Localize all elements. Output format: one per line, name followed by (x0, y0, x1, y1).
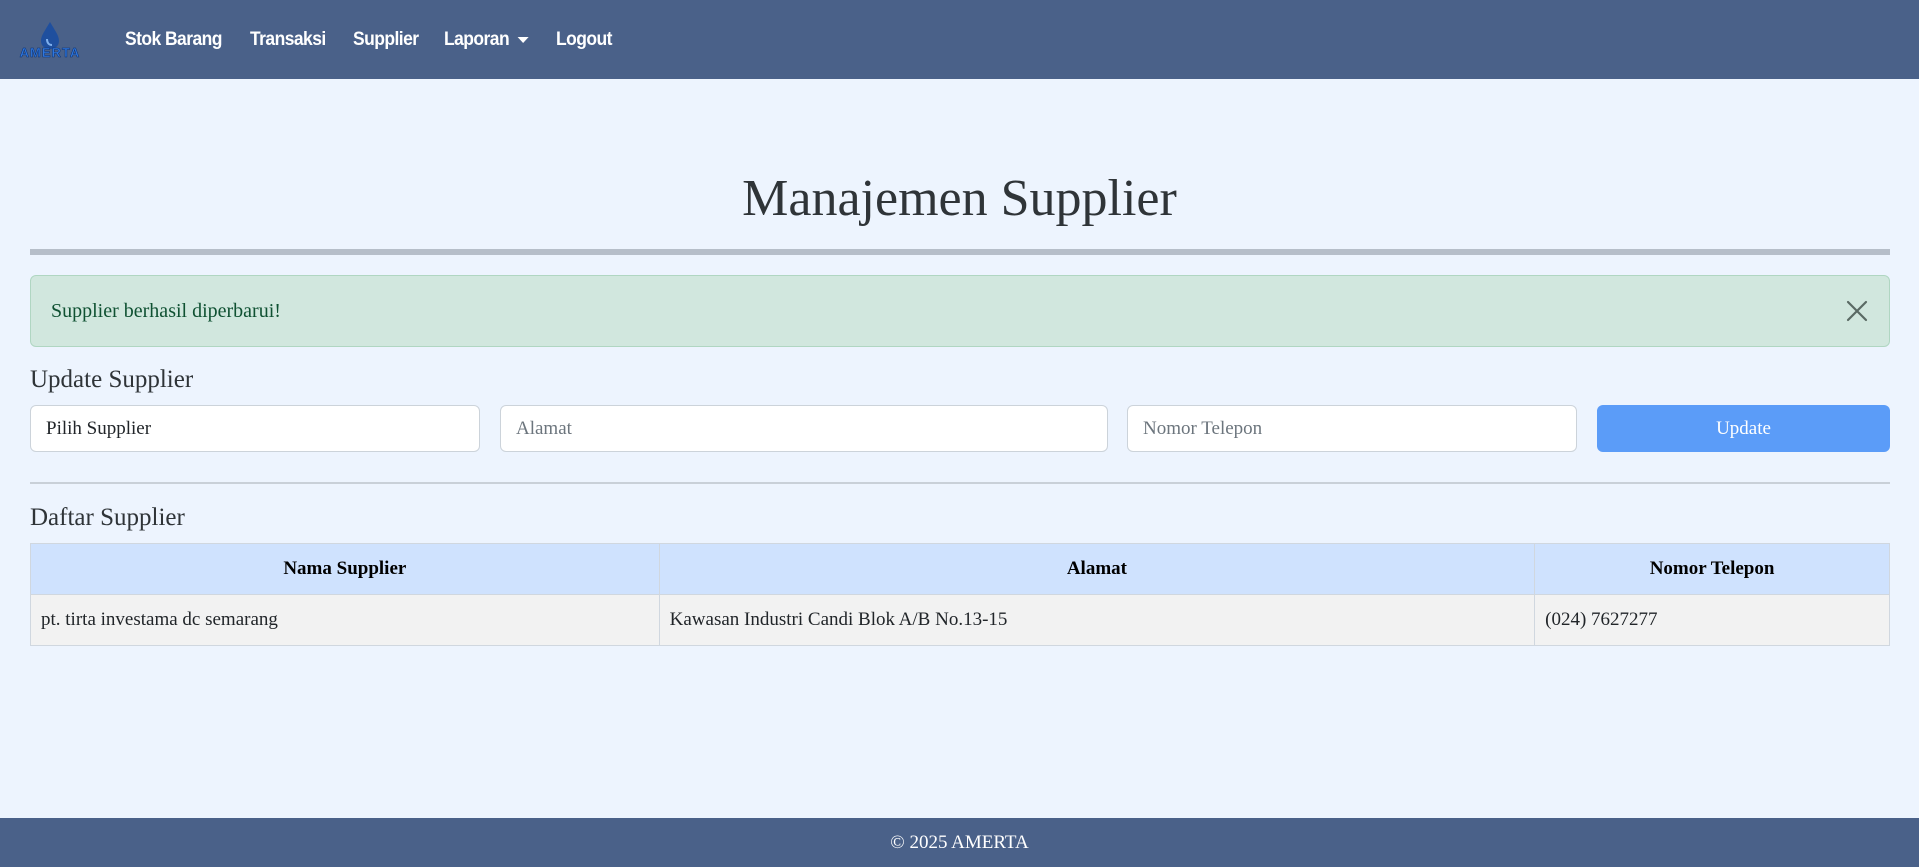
cell-alamat: Kawasan Industri Candi Blok A/B No.13-15 (658, 594, 1536, 646)
nav-link-supplier[interactable]: Supplier (353, 29, 419, 51)
alamat-field-wrapper (500, 405, 1108, 452)
alamat-input[interactable] (516, 417, 1107, 440)
svg-text:AMERTA: AMERTA (20, 45, 81, 60)
close-icon[interactable] (1845, 299, 1869, 323)
alert-message: Supplier berhasil diperbarui! (51, 300, 281, 322)
supplier-select[interactable]: Pilih Supplier (30, 405, 480, 452)
nav-dropdown-laporan[interactable]: Laporan (443, 28, 529, 51)
cell-nomor-telepon: (024) 7627277 (1534, 594, 1890, 646)
amerta-logo[interactable]: AMERTA (14, 20, 86, 60)
column-header-alamat: Alamat (658, 543, 1536, 595)
section-divider (30, 482, 1890, 484)
daftar-supplier-heading: Daftar Supplier (30, 504, 185, 531)
supplier-table: Nama Supplier Alamat Nomor Telepon pt. t… (30, 543, 1890, 646)
supplier-select-value: Pilih Supplier (46, 417, 152, 439)
update-supplier-heading: Update Supplier (30, 366, 194, 393)
water-drop-logo-icon: AMERTA (19, 22, 81, 60)
nav-link-stok-barang[interactable]: Stok Barang (125, 29, 222, 51)
telepon-field-wrapper (1127, 405, 1577, 452)
column-header-nomor-telepon: Nomor Telepon (1534, 543, 1890, 595)
nav-link-transaksi[interactable]: Transaksi (250, 29, 326, 51)
title-divider (30, 249, 1890, 255)
nav-link-logout[interactable]: Logout (556, 29, 612, 51)
page-title: Manajemen Supplier (742, 170, 1177, 227)
table-header-row: Nama Supplier Alamat Nomor Telepon (30, 543, 1890, 595)
success-alert: Supplier berhasil diperbarui! (30, 275, 1890, 347)
update-button[interactable]: Update (1597, 405, 1890, 452)
nav-link-laporan-label: Laporan (443, 28, 510, 50)
table-row: pt. tirta investama dc semarang Kawasan … (30, 594, 1890, 646)
cell-nama-supplier: pt. tirta investama dc semarang (30, 594, 660, 646)
nav-links: Stok Barang Transaksi Supplier Laporan L… (125, 0, 636, 79)
nomor-telepon-input[interactable] (1143, 417, 1576, 440)
footer-copyright: © 2025 AMERTA (890, 832, 1029, 853)
footer: © 2025 AMERTA (0, 818, 1919, 867)
caret-down-icon (517, 36, 529, 43)
column-header-nama-supplier: Nama Supplier (30, 543, 660, 595)
navbar: AMERTA Stok Barang Transaksi Supplier La… (0, 0, 1919, 79)
